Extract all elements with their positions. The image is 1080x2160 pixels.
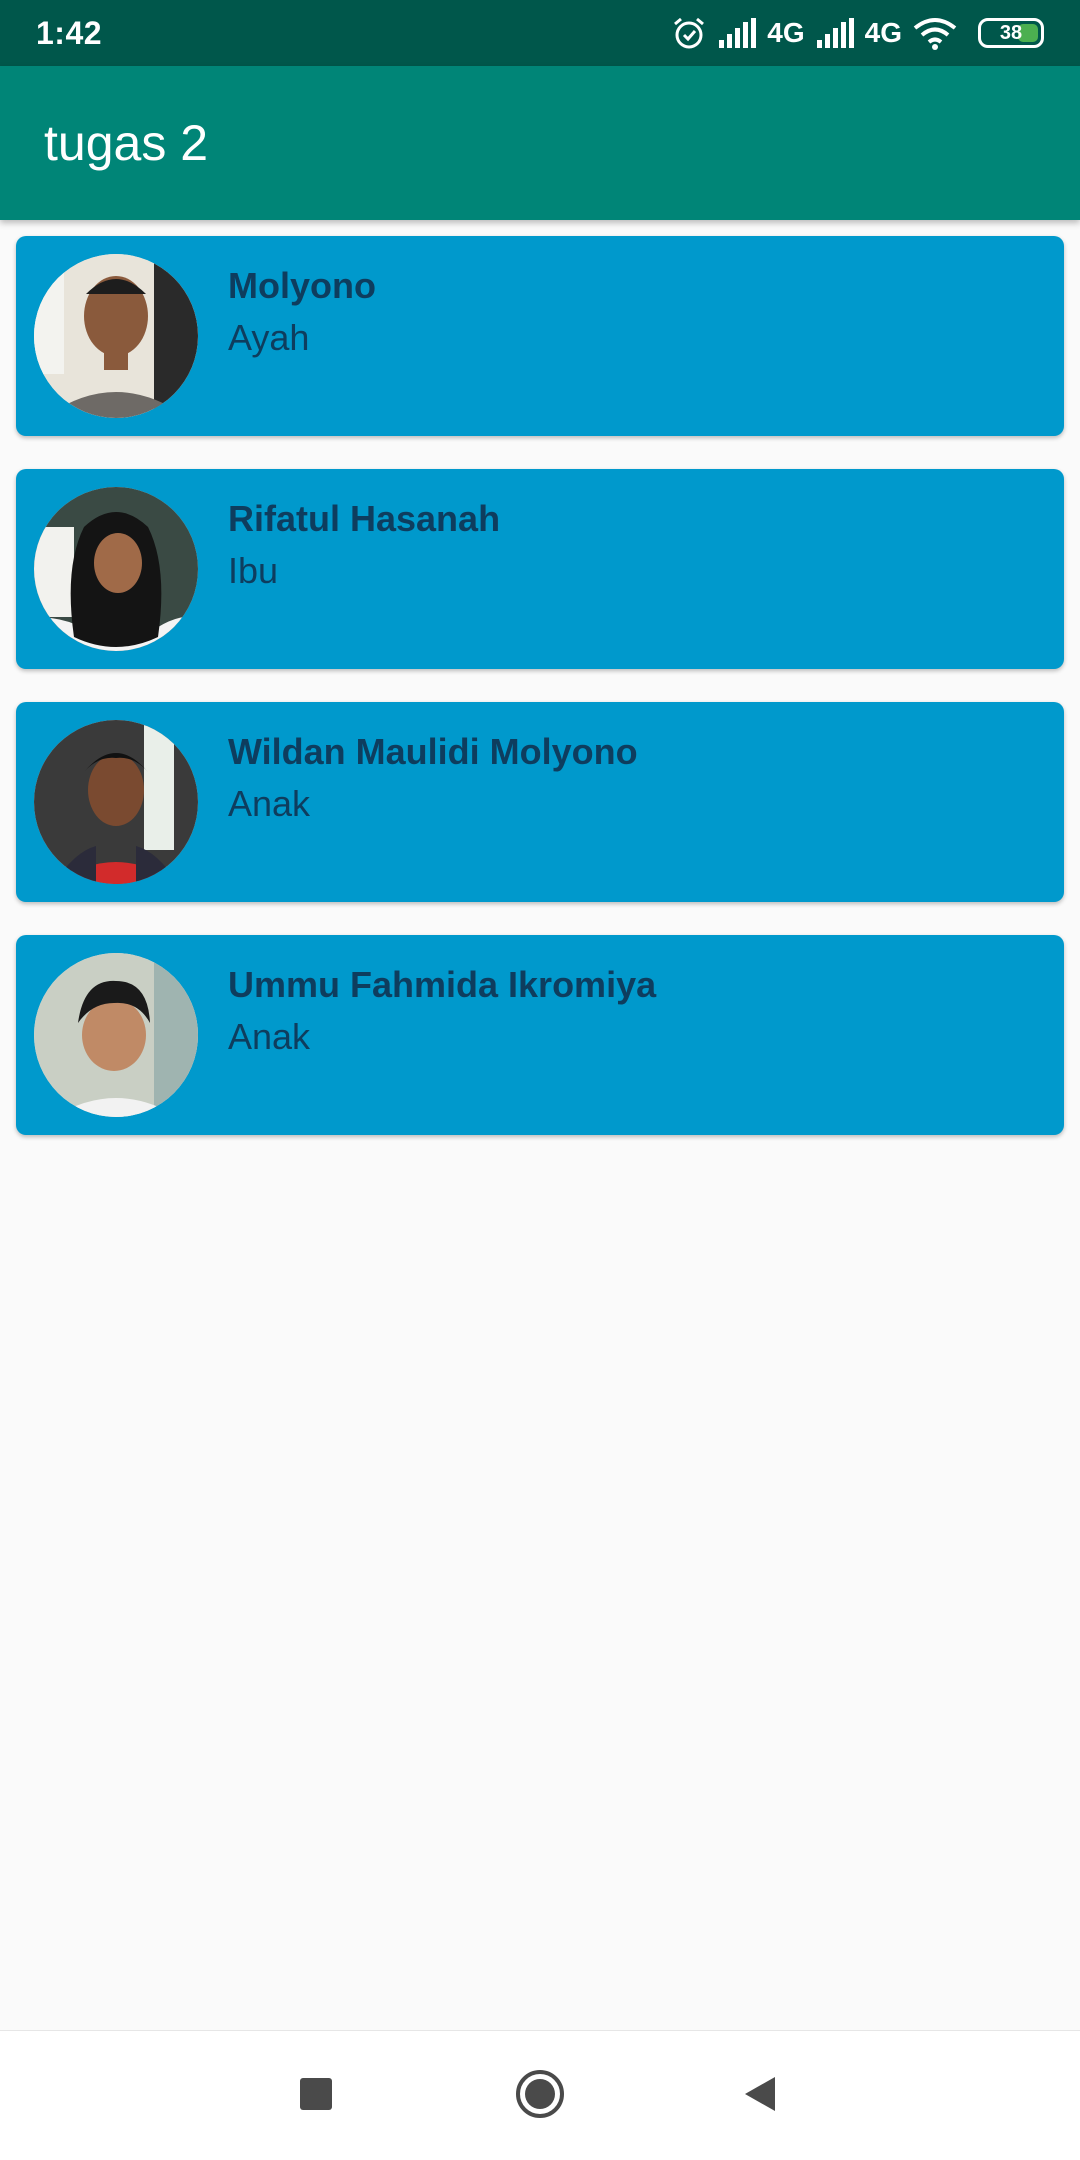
contact-name: Ummu Fahmida Ikromiya: [228, 964, 657, 1005]
recents-icon: [299, 2077, 333, 2116]
contact-role: Ayah: [228, 317, 310, 358]
contact-card[interactable]: Wildan Maulidi Molyono Anak: [16, 702, 1064, 902]
contact-name: Rifatul Hasanah: [228, 498, 501, 539]
home-button[interactable]: [480, 2031, 600, 2160]
contact-text: Ummu Fahmida Ikromiya Anak: [228, 953, 656, 1065]
avatar: [34, 953, 198, 1117]
navigation-bar: [0, 2030, 1080, 2160]
avatar: [34, 720, 198, 884]
contact-list: Molyono Ayah Rifatul Hasanah Ibu Wildan …: [16, 236, 1064, 1168]
avatar: [34, 487, 198, 651]
signal-icon: [815, 18, 855, 48]
contact-role: Ibu: [228, 550, 279, 591]
contact-card[interactable]: Rifatul Hasanah Ibu: [16, 469, 1064, 669]
contact-name: Molyono: [228, 265, 376, 306]
battery-icon: 38: [978, 18, 1044, 48]
contact-role: Anak: [228, 783, 311, 824]
network-label-1: 4G: [767, 17, 805, 48]
recents-button[interactable]: [256, 2031, 376, 2160]
contact-card[interactable]: Molyono Ayah: [16, 236, 1064, 436]
contact-card[interactable]: Ummu Fahmida Ikromiya Anak: [16, 935, 1064, 1135]
avatar: [34, 254, 198, 418]
alarm-icon: [671, 15, 707, 51]
contact-text: Rifatul Hasanah Ibu: [228, 487, 500, 599]
signal-icon: [717, 18, 757, 48]
status-bar: 1:42 4G 4G 38: [0, 0, 1080, 66]
home-icon: [515, 2069, 565, 2124]
contact-text: Molyono Ayah: [228, 254, 376, 366]
status-icons: 4G 4G 38: [671, 15, 1044, 51]
contact-text: Wildan Maulidi Molyono Anak: [228, 720, 638, 832]
app-title: tugas 2: [44, 115, 209, 171]
app-bar: tugas 2: [0, 66, 1080, 220]
contact-role: Anak: [228, 1016, 311, 1057]
wifi-icon: [912, 16, 958, 50]
contact-name: Wildan Maulidi Molyono: [228, 731, 638, 772]
status-time: 1:42: [36, 14, 103, 51]
back-button[interactable]: [700, 2031, 820, 2160]
network-label-2: 4G: [864, 17, 902, 48]
battery-label: 38: [999, 21, 1023, 44]
back-icon: [743, 2075, 777, 2118]
